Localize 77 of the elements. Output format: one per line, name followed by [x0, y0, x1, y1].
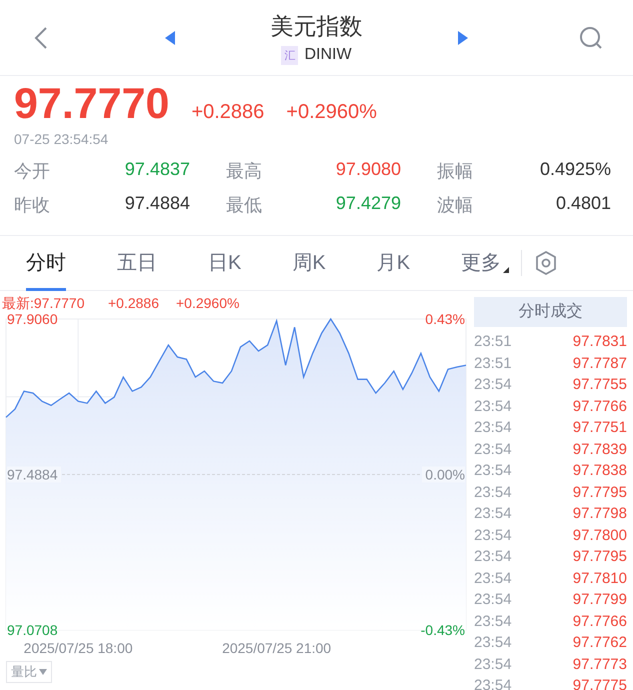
market-badge: 汇 [281, 46, 298, 64]
search-icon[interactable] [579, 26, 603, 50]
trade-price: 97.7800 [572, 526, 627, 544]
page-title: 美元指数 [270, 12, 362, 40]
caret-icon [503, 267, 510, 273]
percent-label: -0.43% [420, 622, 465, 638]
stat-label: 最高 [226, 160, 262, 183]
y-axis-label: 97.4884 [7, 466, 58, 482]
trade-price: 97.7787 [572, 354, 627, 372]
trade-time: 23:54 [474, 462, 512, 480]
trade-price: 97.7798 [572, 505, 627, 522]
trade-time: 23:54 [474, 570, 512, 587]
percent-label: 0.43% [425, 311, 465, 327]
stat-label: 振幅 [437, 160, 473, 183]
more-dropdown[interactable]: 更多 [461, 235, 510, 291]
trade-price: 97.7766 [572, 398, 627, 415]
latest-price-label: 最新:97.7770 [2, 295, 84, 311]
trade-time: 23:54 [474, 484, 512, 501]
trade-time: 23:51 [474, 354, 512, 372]
trade-price: 97.7839 [572, 440, 627, 458]
percent-change: +0.2960% [286, 101, 377, 124]
trade-time: 23:54 [474, 526, 512, 544]
period-tab[interactable]: 日K [208, 235, 242, 291]
back-icon[interactable] [34, 26, 48, 50]
indicator-dropdown[interactable]: 量比 [6, 661, 52, 683]
stat-label: 波幅 [437, 194, 473, 217]
trade-time: 23:54 [474, 656, 512, 673]
last-price: 97.7770 [14, 80, 170, 129]
stat-value: 97.4279 [336, 193, 401, 215]
trade-price: 97.7751 [572, 419, 627, 436]
price-change: +0.2886 [191, 101, 264, 124]
trade-price: 97.7799 [572, 591, 627, 608]
trade-time: 23:54 [474, 612, 512, 630]
stat-label: 昨收 [14, 194, 50, 217]
y-axis-label: 97.0708 [7, 622, 58, 638]
trade-price: 97.7755 [572, 376, 627, 394]
period-tab[interactable]: 周K [292, 235, 326, 291]
stat-label: 今开 [14, 160, 50, 183]
latest-percent: +0.2960% [176, 295, 240, 311]
trade-time: 23:54 [474, 505, 512, 522]
trade-time: 23:54 [474, 440, 512, 458]
trade-price: 97.7795 [572, 548, 627, 566]
trade-time: 23:54 [474, 548, 512, 566]
trade-price: 97.7831 [572, 333, 627, 350]
y-axis-label: 97.9060 [7, 311, 58, 327]
x-axis-label: 2025/07/25 18:00 [24, 640, 133, 656]
trade-price: 97.7838 [572, 462, 627, 480]
trade-price: 97.7810 [572, 570, 627, 587]
trade-time: 23:54 [474, 398, 512, 415]
trade-time: 23:54 [474, 419, 512, 436]
previous-icon[interactable] [165, 30, 175, 44]
trade-time: 23:54 [474, 591, 512, 608]
latest-change: +0.2886 [108, 295, 159, 311]
stat-value: 97.9080 [336, 159, 401, 181]
stat-value: 97.4837 [124, 159, 190, 181]
settings-icon[interactable] [534, 250, 558, 276]
trade-price: 97.7762 [572, 634, 627, 652]
trade-price: 97.7795 [572, 484, 627, 501]
trade-time: 23:54 [474, 376, 512, 394]
trade-time: 23:51 [474, 333, 512, 350]
quote-time: 07-25 23:54:54 [14, 131, 110, 147]
period-tab[interactable]: 分时 [26, 235, 66, 291]
next-icon[interactable] [458, 30, 468, 44]
period-tab[interactable]: 月K [376, 235, 410, 291]
stat-label: 最低 [226, 194, 262, 217]
trade-time: 23:54 [474, 634, 512, 652]
trades-header: 分时成交 [474, 297, 627, 327]
period-tab[interactable]: 五日 [117, 235, 157, 291]
trade-price: 97.7773 [572, 656, 627, 673]
x-axis-label: 2025/07/25 21:00 [222, 640, 332, 656]
trade-price: 97.7766 [572, 612, 627, 630]
percent-label: 0.00% [425, 466, 465, 482]
caret-icon [39, 669, 47, 675]
stat-value: 97.4884 [124, 193, 190, 215]
stat-value: 0.4801 [556, 193, 611, 215]
stat-value: 0.4925% [540, 159, 611, 181]
symbol-code: DINIW [304, 46, 352, 64]
